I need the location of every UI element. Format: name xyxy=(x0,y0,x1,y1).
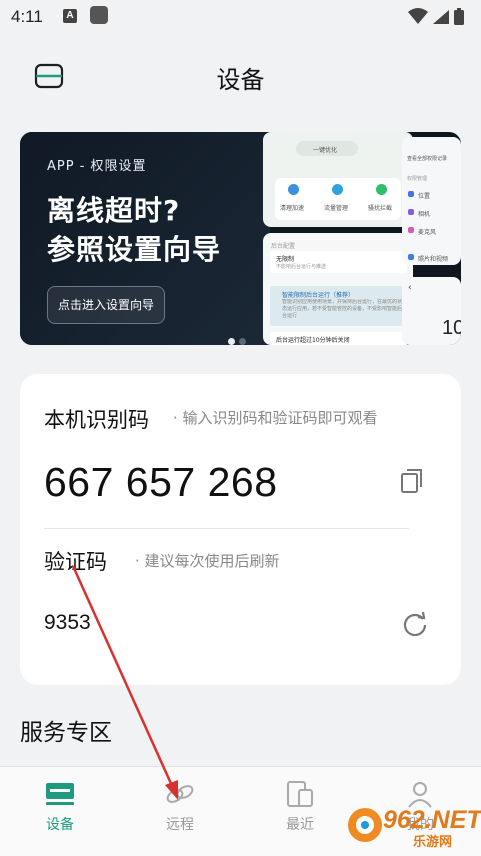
notification-a-icon: A xyxy=(63,9,77,23)
mock-optimize-screen: 一键优化 清理加速 流量管理 骚扰拦截 xyxy=(263,132,413,227)
mock-back-icon: ‹ xyxy=(408,283,412,293)
location-icon xyxy=(408,191,414,197)
device-icon xyxy=(45,779,75,809)
mock-row-title: 后台运行超过10分钟后关闭 xyxy=(276,337,350,344)
setup-guide-button[interactable]: 点击进入设置向导 xyxy=(47,286,165,324)
mock-row: 后台运行超过10分钟后关闭 xyxy=(270,332,407,345)
mock-partial-number: 10 xyxy=(442,317,461,339)
camera-icon xyxy=(408,209,414,215)
watermark-subtext: 乐游网 xyxy=(413,835,453,850)
tab-label: 设备 xyxy=(46,817,74,833)
verify-code-hint: · 建议每次使用后刷新 xyxy=(135,552,280,570)
banner-tag: APP - 权限设置 xyxy=(47,159,147,174)
status-time: 4:11 xyxy=(11,7,43,26)
mock-row-sub: 不影响后台运行与推送 xyxy=(276,264,327,270)
mock-list-header: 后台配置 xyxy=(271,243,296,250)
banner-subheadline: 参照设置向导 xyxy=(47,233,222,266)
traffic-icon xyxy=(332,184,343,195)
mock-background-screen: 后台配置 无限制 不影响后台运行与推送 智能限制后台运行（推荐） 智能识别应用使… xyxy=(263,233,413,345)
mock-icon-label: 骚扰拦截 xyxy=(368,205,393,212)
mock-side-item: 麦克风 xyxy=(418,229,437,236)
mock-side-title: 查看全部权限记录 xyxy=(407,156,448,162)
wifi-icon xyxy=(408,8,428,24)
banner-headline: 离线超时? xyxy=(47,194,181,227)
copy-icon xyxy=(401,469,422,493)
mock-icon-label: 流量管理 xyxy=(324,205,349,212)
tab-remote[interactable]: 远程 xyxy=(120,767,240,856)
mock-row-selected: 智能限制后台运行（推荐） 智能识别应用使用场景，并保持后台运行，在最优的状态运行… xyxy=(270,286,407,326)
mock-row: 无限制 不影响后台运行与推送 xyxy=(270,251,407,273)
device-code: 667 657 268 xyxy=(44,459,278,505)
mock-optimize-label: 一键优化 xyxy=(313,147,338,154)
services-title: 服务专区 xyxy=(20,720,112,746)
pagination-dot-2[interactable] xyxy=(239,338,246,345)
watermark-logo-icon xyxy=(348,808,382,842)
tab-label: 远程 xyxy=(166,817,194,833)
photo-icon xyxy=(408,254,414,260)
clean-icon xyxy=(288,184,299,195)
mock-side-item: 相机 xyxy=(418,211,431,218)
tab-label: 最近 xyxy=(286,817,314,833)
mock-device-screen: ‹ 10 xyxy=(402,277,461,345)
battery-icon xyxy=(454,8,464,25)
mock-row-sub: 智能识别应用使用场景，并保持后台运行，在最优的状态运行应用，若不受智能管控的设备… xyxy=(282,299,403,319)
site-watermark: 962.NET 乐游网 xyxy=(343,800,481,850)
status-bar: 4:11 A xyxy=(0,0,481,34)
refresh-button[interactable] xyxy=(402,611,428,637)
recent-devices-icon xyxy=(285,779,315,809)
mock-icon-card: 清理加速 流量管理 骚扰拦截 xyxy=(275,178,401,220)
block-icon xyxy=(376,184,387,195)
mock-side-item: 照片和视频 xyxy=(418,256,449,263)
refresh-icon xyxy=(403,611,427,637)
verify-code-value: 9353 xyxy=(44,611,91,634)
device-id-hint: · 输入识别码和验证码即可观看 xyxy=(173,409,378,427)
tab-device[interactable]: 设备 xyxy=(0,767,120,856)
tab-recent[interactable]: 最近 xyxy=(240,767,360,856)
mock-row-title: 智能限制后台运行（推荐） xyxy=(282,292,355,299)
page-title: 设备 xyxy=(216,66,265,94)
signal-icon xyxy=(433,10,449,24)
setup-guide-banner[interactable]: APP - 权限设置 离线超时? 参照设置向导 点击进入设置向导 一键优化 清理… xyxy=(20,132,461,345)
banner-text-area: APP - 权限设置 离线超时? 参照设置向导 点击进入设置向导 xyxy=(20,132,270,345)
notification-app-icon xyxy=(90,6,108,24)
mock-permission-screen: 查看全部权限记录 权限管理 位置 相机 麦克风 照片和视频 xyxy=(402,137,461,265)
device-id-label: 本机识别码 xyxy=(44,408,149,432)
mock-icon-label: 清理加速 xyxy=(280,205,305,212)
microphone-icon xyxy=(408,227,414,233)
card-divider xyxy=(44,528,409,529)
remote-icon xyxy=(165,779,195,809)
mock-side-section: 权限管理 xyxy=(407,176,428,182)
mock-side-item: 位置 xyxy=(418,193,431,200)
status-icons xyxy=(407,7,469,31)
verify-code-label: 验证码 xyxy=(44,550,107,574)
copy-button[interactable] xyxy=(399,467,425,495)
mock-row-title: 无限制 xyxy=(276,256,295,263)
pagination-dot-1[interactable] xyxy=(228,338,235,345)
device-info-card: 本机识别码 · 输入识别码和验证码即可观看 667 657 268 验证码 · … xyxy=(20,374,461,685)
banner-pagination[interactable] xyxy=(228,330,250,345)
